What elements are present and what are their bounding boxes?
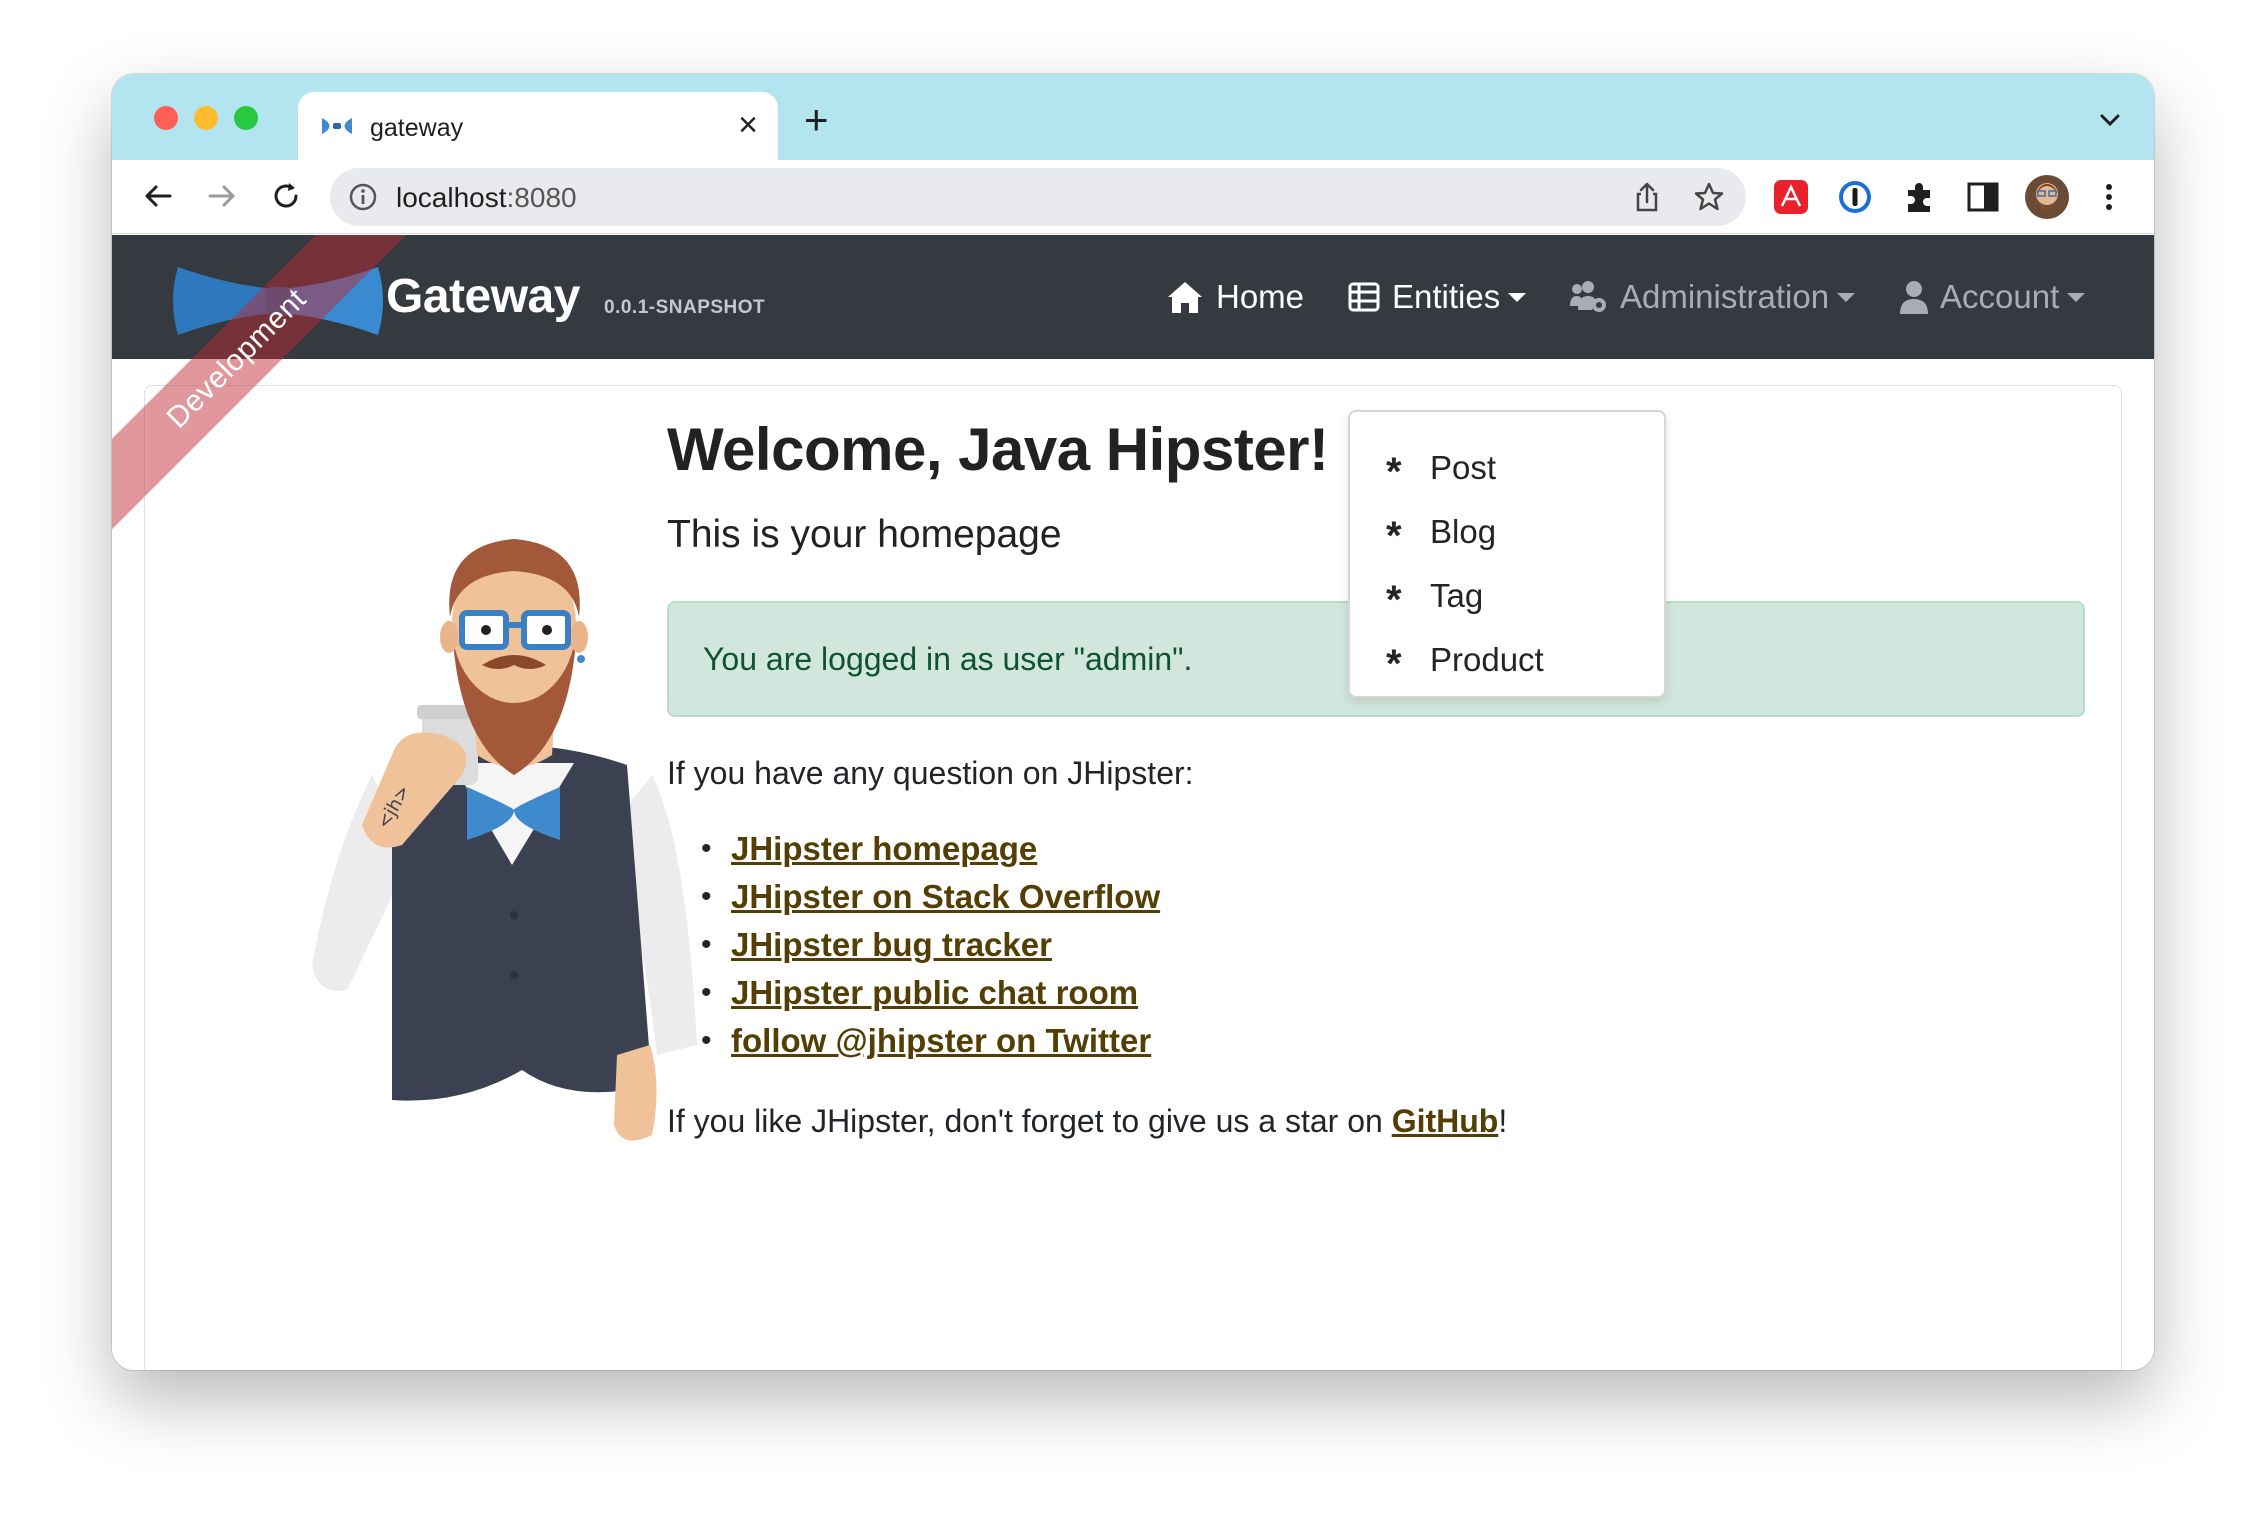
nav-home-label: Home — [1216, 278, 1305, 315]
list-item: JHipster bug tracker — [667, 921, 1160, 969]
tab-title: gateway — [370, 114, 464, 142]
address-bar[interactable]: localhost:8080 — [330, 168, 1746, 226]
new-tab-button[interactable]: + — [804, 99, 829, 141]
question-text: If you have any question on JHipster: — [667, 755, 1194, 791]
reload-icon[interactable] — [264, 174, 308, 218]
link-github[interactable]: GitHub — [1392, 1103, 1499, 1139]
back-icon[interactable] — [136, 174, 180, 218]
password-manager-icon[interactable] — [1836, 178, 1874, 216]
caret-down-icon — [1837, 292, 1856, 302]
home-icon — [1168, 282, 1202, 313]
link-bug-tracker[interactable]: JHipster bug tracker — [731, 926, 1052, 963]
forward-icon[interactable] — [200, 174, 244, 218]
alert-text: You are logged in as user "admin". — [703, 641, 1193, 677]
menu-item-product[interactable]: * Product — [1350, 628, 1664, 692]
jhipster-mascot-illustration: <jh> — [312, 539, 697, 1141]
asterisk-icon: * — [1386, 513, 1402, 558]
browser-tab[interactable]: gateway × — [298, 92, 778, 162]
link-chat-room[interactable]: JHipster public chat room — [731, 974, 1138, 1011]
maximize-window-button[interactable] — [234, 106, 258, 130]
browser-toolbar: localhost:8080 — [112, 160, 2154, 234]
link-twitter[interactable]: follow @jhipster on Twitter — [731, 1022, 1151, 1059]
info-icon[interactable] — [348, 182, 378, 212]
menu-item-post[interactable]: * Post — [1350, 436, 1664, 500]
bookmark-star-icon[interactable] — [1692, 180, 1726, 214]
minimize-window-button[interactable] — [194, 106, 218, 130]
tab-close-icon[interactable]: × — [738, 108, 758, 142]
side-panel-icon[interactable] — [1964, 178, 2002, 216]
nav-account-label: Account — [1940, 278, 2060, 315]
bowtie-favicon-icon — [322, 118, 352, 134]
menu-item-blog[interactable]: * Blog — [1350, 500, 1664, 564]
chevron-down-icon[interactable] — [2096, 106, 2124, 134]
nav-entities-label: Entities — [1392, 278, 1501, 315]
profile-avatar[interactable] — [2024, 174, 2070, 220]
jhipster-links-list: JHipster homepage JHipster on Stack Over… — [667, 825, 1160, 1065]
table-list-icon — [1348, 282, 1380, 312]
app-navbar: Gateway 0.0.1-SNAPSHOT Home Entities Adm… — [112, 235, 2154, 359]
caret-down-icon — [2067, 292, 2086, 302]
list-item: JHipster public chat room — [667, 969, 1160, 1017]
nav-administration[interactable]: Administration — [1568, 275, 1856, 319]
entities-dropdown-menu: * Post * Blog * Tag * Product — [1348, 410, 1666, 698]
list-item: JHipster on Stack Overflow — [667, 873, 1160, 921]
brand-title[interactable]: Gateway — [386, 269, 580, 324]
caret-down-icon — [1508, 292, 1527, 302]
link-stack-overflow[interactable]: JHipster on Stack Overflow — [731, 878, 1160, 915]
browser-menu-icon[interactable] — [2090, 178, 2128, 216]
browser-window: gateway × + localhost:8080 Gateway 0.0.1… — [112, 74, 2154, 1370]
nav-administration-label: Administration — [1620, 278, 1830, 315]
close-window-button[interactable] — [154, 106, 178, 130]
url-text: localhost:8080 — [396, 182, 577, 213]
github-star-text: If you like JHipster, don't forget to gi… — [667, 1103, 1508, 1139]
nav-entities[interactable]: Entities — [1348, 275, 1527, 319]
list-item: follow @jhipster on Twitter — [667, 1017, 1160, 1065]
page-title: Welcome, Java Hipster! — [667, 416, 1329, 483]
list-item: JHipster homepage — [667, 825, 1160, 873]
user-icon — [1900, 281, 1928, 314]
asterisk-icon: * — [1386, 449, 1402, 494]
page-subtitle: This is your homepage — [667, 513, 1062, 556]
page-viewport: Gateway 0.0.1-SNAPSHOT Home Entities Adm… — [112, 235, 2154, 1370]
asterisk-icon: * — [1386, 577, 1402, 622]
version-label: 0.0.1-SNAPSHOT — [604, 297, 766, 318]
tab-strip: gateway × + — [112, 74, 2154, 162]
link-jhipster-homepage[interactable]: JHipster homepage — [731, 830, 1037, 867]
share-icon[interactable] — [1630, 180, 1664, 214]
nav-account[interactable]: Account — [1900, 275, 2086, 319]
puzzle-extensions-icon[interactable] — [1900, 178, 1938, 216]
users-cog-icon — [1570, 281, 1606, 312]
nav-home[interactable]: Home — [1166, 275, 1304, 319]
menu-item-tag[interactable]: * Tag — [1350, 564, 1664, 628]
asterisk-icon: * — [1386, 641, 1402, 686]
acrobat-extension-icon[interactable] — [1772, 178, 1810, 216]
